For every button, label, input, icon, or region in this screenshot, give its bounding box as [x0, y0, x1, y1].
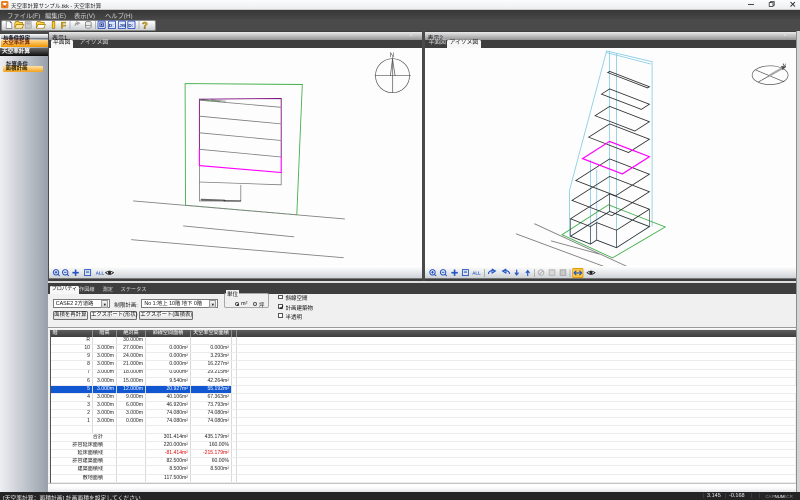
svg-text:F: F	[61, 20, 67, 30]
svg-text:D:: D:	[128, 23, 133, 28]
svg-text:N: N	[782, 63, 786, 69]
svg-text:JW: JW	[119, 23, 127, 28]
svg-text:D:: D:	[109, 23, 114, 28]
svg-text:N: N	[390, 53, 394, 59]
svg-text:ALL: ALL	[96, 270, 105, 275]
svg-text:?: ?	[142, 21, 148, 31]
svg-text:ALL: ALL	[472, 270, 481, 275]
